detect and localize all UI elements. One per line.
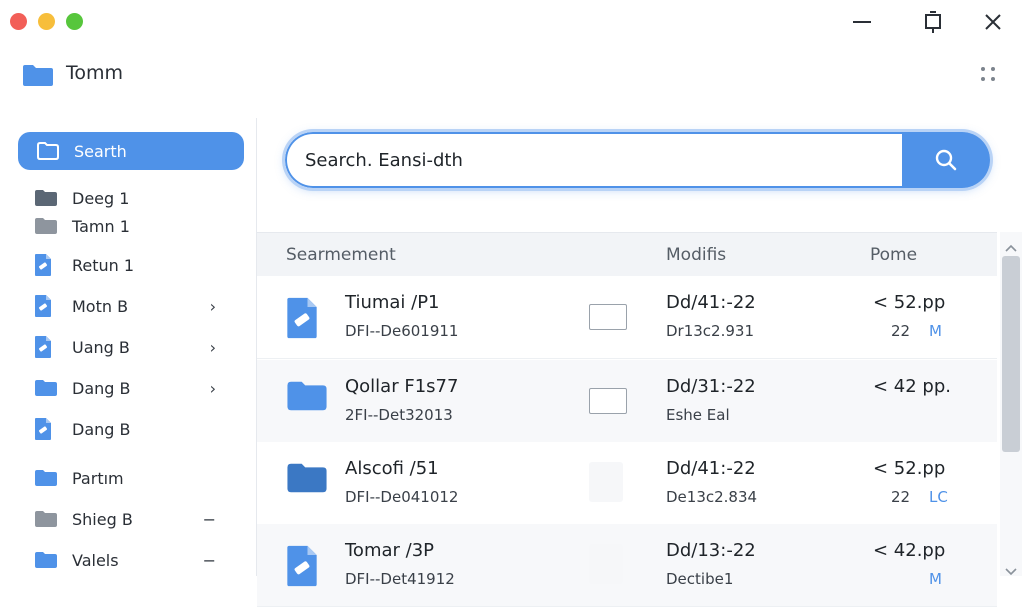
scroll-down-arrow-icon[interactable] xyxy=(1004,562,1018,581)
file-size-unit: M xyxy=(929,322,942,340)
table-row[interactable]: Tomar /3P DFI--Det41912 Dd/13:-22 Dectibe1 <… xyxy=(257,524,997,607)
file-name[interactable]: Alscofi /51 xyxy=(345,458,439,479)
folder-icon xyxy=(285,380,329,416)
sidebar-item-label: Tamn 1 xyxy=(72,216,130,236)
search-bar xyxy=(285,132,990,188)
sidebar-item-label: Partım xyxy=(72,468,124,488)
sidebar-item-label: Shieg B xyxy=(72,509,133,529)
minimize-window-button[interactable] xyxy=(38,13,55,30)
file-name[interactable]: Tiumai /P1 xyxy=(345,292,440,313)
row-checkbox[interactable] xyxy=(589,388,627,414)
file-size-unit: LC xyxy=(929,488,948,506)
file-size: < 52.pp xyxy=(873,292,946,313)
folder-icon xyxy=(34,379,60,397)
document-icon xyxy=(285,544,319,592)
close-icon[interactable] xyxy=(979,8,1007,36)
modified-date: Dd/13:-22 xyxy=(666,540,756,561)
folder-icon xyxy=(34,189,60,207)
minimize-icon[interactable] xyxy=(848,8,876,36)
file-subtitle: DFI--De041012 xyxy=(345,488,459,506)
column-header-modified[interactable]: Modifis xyxy=(666,245,726,265)
file-size: < 52.pp xyxy=(873,458,946,479)
file-size-count: 22 xyxy=(891,488,911,506)
file-size-count: 22 xyxy=(891,322,911,340)
zoom-window-button[interactable] xyxy=(66,13,83,30)
sidebar-item-label: Motn B xyxy=(72,296,129,316)
file-size-unit: M xyxy=(929,570,942,588)
document-icon xyxy=(34,294,60,318)
folder-icon xyxy=(34,469,60,487)
row-checkbox[interactable] xyxy=(589,544,623,584)
folder-icon xyxy=(285,462,329,498)
search-icon xyxy=(935,149,957,171)
close-window-button[interactable] xyxy=(10,13,27,30)
sidebar-item[interactable]: Motn B › xyxy=(18,287,244,325)
folder-icon xyxy=(34,551,60,569)
sidebar-item[interactable]: Tamn 1 xyxy=(18,207,244,245)
modified-detail: Dectibe1 xyxy=(666,570,734,588)
document-icon xyxy=(34,417,60,441)
app-folder-icon xyxy=(22,63,54,91)
app-title: Tomm xyxy=(66,62,124,84)
sidebar-item[interactable]: Valels − xyxy=(18,541,244,579)
sidebar-item-trail-icon[interactable]: › xyxy=(210,379,216,398)
list-header: Searmement Modifis Pome xyxy=(257,232,997,277)
table-row[interactable]: Tiumai /P1 DFI--De601911 Dd/41:-22 Dr13c2.9… xyxy=(257,276,997,359)
modified-date: Dd/31:-22 xyxy=(666,376,756,397)
folder-icon xyxy=(34,510,60,528)
modified-detail: Eshe Eal xyxy=(666,406,730,424)
sidebar-item-label: Searth xyxy=(74,141,127,161)
scroll-up-arrow-icon[interactable] xyxy=(1004,238,1018,257)
document-icon xyxy=(34,253,60,277)
column-header-size[interactable]: Pome xyxy=(870,245,917,265)
title-bar xyxy=(0,0,1024,46)
column-header-name[interactable]: Searmement xyxy=(286,245,396,265)
file-subtitle: DFI--Det41912 xyxy=(345,570,455,588)
sidebar-item-label: Dang B xyxy=(72,378,131,398)
file-name[interactable]: Tomar /3P xyxy=(345,540,434,561)
app-menu-grid-icon[interactable] xyxy=(980,66,996,86)
search-input[interactable] xyxy=(285,132,902,188)
sidebar-item-trail-icon[interactable]: › xyxy=(210,338,216,357)
table-row[interactable]: Alscofi /51 DFI--De041012 Dd/41:-22 De13c2.… xyxy=(257,442,997,525)
sidebar-item[interactable]: Searth xyxy=(18,132,244,170)
sidebar-item[interactable]: Dang B xyxy=(18,410,244,448)
sidebar-item-trail-icon[interactable]: − xyxy=(203,510,216,529)
modified-date: Dd/41:-22 xyxy=(666,458,756,479)
folder-icon xyxy=(34,217,60,235)
sidebar-item-label: Uang B xyxy=(72,337,130,357)
sidebar-item[interactable]: Partım xyxy=(18,459,244,497)
modified-detail: Dr13c2.931 xyxy=(666,322,754,340)
maximize-icon[interactable] xyxy=(919,8,947,36)
scrollbar-thumb[interactable] xyxy=(1002,256,1020,452)
search-button[interactable] xyxy=(902,132,990,188)
modified-date: Dd/41:-22 xyxy=(666,292,756,313)
sidebar-item[interactable]: Dang B › xyxy=(18,369,244,407)
sidebar-item-trail-icon[interactable]: › xyxy=(210,297,216,316)
file-subtitle: 2FI--Det32013 xyxy=(345,406,453,424)
modified-detail: De13c2.834 xyxy=(666,488,758,506)
sidebar-item[interactable]: Shieg B − xyxy=(18,500,244,538)
sidebar-item-label: Valels xyxy=(72,550,119,570)
folder-outline-icon xyxy=(36,141,62,161)
file-size: < 42 pp. xyxy=(873,376,952,397)
sidebar-item-label: Dang B xyxy=(72,419,131,439)
sidebar-item[interactable]: Uang B › xyxy=(18,328,244,366)
sidebar-item[interactable]: Retun 1 xyxy=(18,246,244,284)
row-checkbox[interactable] xyxy=(589,462,623,502)
document-icon xyxy=(34,335,60,359)
sidebar-item-label: Retun 1 xyxy=(72,255,135,275)
file-name[interactable]: Qollar F1s77 xyxy=(345,376,458,397)
document-icon xyxy=(285,296,319,344)
file-size: < 42.pp xyxy=(873,540,946,561)
sidebar-item-label: Deeg 1 xyxy=(72,188,130,208)
sidebar-item-trail-icon[interactable]: − xyxy=(203,551,216,570)
row-checkbox[interactable] xyxy=(589,304,627,330)
file-subtitle: DFI--De601911 xyxy=(345,322,459,340)
table-row[interactable]: Qollar F1s77 2FI--Det32013 Dd/31:-22 Eshe E… xyxy=(257,360,997,443)
